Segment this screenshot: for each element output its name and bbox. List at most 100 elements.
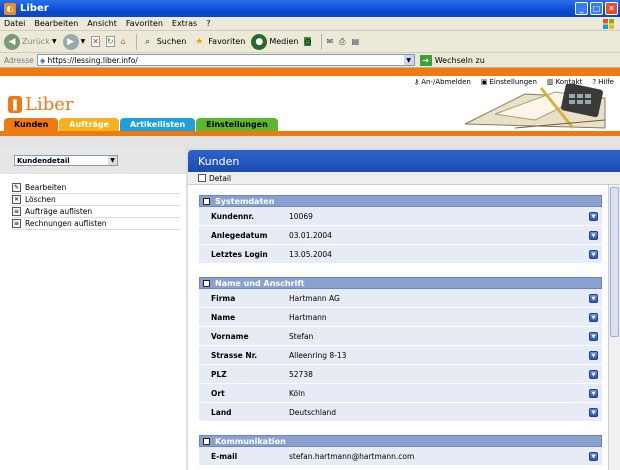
field-row: Kundennr. 10069 ▼	[199, 207, 602, 226]
page-title: Kunden	[188, 150, 620, 172]
menu-favoriten[interactable]: Favoriten	[126, 19, 163, 28]
mail-icon[interactable]: ✉	[326, 37, 333, 46]
field-row: Strasse Nr. Alleenring 8-13 ▼	[199, 346, 602, 365]
section-kommunikation: Kommunikation E-mail stefan.hartmann@hart…	[199, 435, 602, 466]
field-row: Ort Köln ▼	[199, 384, 602, 403]
settings-link[interactable]: ▣ Einstellungen	[481, 78, 537, 86]
section-systemdaten: Systemdaten Kundennr. 10069 ▼ Anlegedatum 0…	[199, 195, 602, 264]
edit-icon[interactable]: ▤	[352, 37, 360, 46]
menu-help[interactable]: ?	[206, 19, 210, 28]
field-row: Land Deutschland ▼	[199, 403, 602, 422]
tab-auftraege[interactable]: Aufträge	[59, 118, 119, 131]
collapse-icon	[203, 437, 210, 445]
book-logo-icon: ❚	[8, 96, 22, 113]
menu-ansicht[interactable]: Ansicht	[87, 19, 117, 28]
home-icon[interactable]: ⌂	[121, 37, 126, 46]
media-button[interactable]: ● Medien	[251, 33, 298, 50]
favorites-button[interactable]: ★ Favoriten	[192, 35, 245, 49]
back-button[interactable]: ◀ Zurück ▼	[4, 33, 57, 50]
address-input[interactable]: ◈ https://lessing.liber.info/ ▼	[36, 54, 415, 66]
menu-datei[interactable]: Datei	[4, 19, 25, 28]
chevron-down-icon[interactable]: ▼	[589, 313, 598, 322]
windows-logo-icon	[603, 19, 614, 29]
chevron-down-icon[interactable]: ▼	[589, 231, 598, 240]
search-icon: ⌕	[145, 36, 151, 47]
chevron-down-icon[interactable]: ▼	[589, 212, 598, 221]
key-icon: ⚷	[414, 78, 420, 86]
section-header[interactable]: Systemdaten	[199, 195, 602, 207]
chevron-down-icon[interactable]: ▼	[589, 250, 598, 259]
print-icon[interactable]: ⎙	[339, 37, 345, 47]
address-bar: Adresse ◈ https://lessing.liber.info/ ▼ …	[0, 53, 620, 68]
main-tabs: Kunden Aufträge Artikellisten Einstellun…	[4, 118, 279, 131]
desk-illustration-icon	[455, 84, 615, 132]
address-label: Adresse	[4, 55, 34, 65]
field-row: Vorname Stefan ▼	[199, 327, 602, 346]
action-list: ✎ Bearbeiten ✕ Löschen ≡ Aufträge auflisten…	[12, 182, 180, 230]
help-icon: ?	[592, 78, 597, 86]
tab-kunden[interactable]: Kunden	[4, 118, 59, 131]
action-bearbeiten[interactable]: ✎ Bearbeiten	[12, 182, 180, 194]
view-select[interactable]: Kundendetail ▼	[14, 155, 118, 166]
minimize-button[interactable]: _	[575, 2, 588, 15]
search-button[interactable]: ⌕ Suchen	[141, 35, 186, 49]
field-row: Firma Hartmann AG ▼	[199, 289, 602, 308]
login-link[interactable]: ⚷ An-/Abmelden	[414, 78, 471, 86]
top-links: ⚷ An-/Abmelden ▣ Einstellungen ▥ Kontakt ? H…	[414, 78, 614, 86]
tab-artikellisten[interactable]: Artikellisten	[119, 118, 196, 131]
help-link[interactable]: ? Hilfe	[592, 78, 614, 86]
star-icon: ★	[195, 36, 204, 47]
contact-link[interactable]: ▥ Kontakt	[547, 78, 582, 86]
collapse-icon	[203, 279, 210, 287]
close-button[interactable]: ✕	[605, 2, 618, 15]
window-titlebar: ◐ Liber _ □ ✕	[0, 0, 620, 17]
scrollbar-thumb[interactable]	[610, 187, 619, 337]
chevron-down-icon[interactable]: ▼	[589, 332, 598, 341]
chevron-down-icon[interactable]: ▼	[589, 351, 598, 360]
forward-arrow-icon: ▶	[62, 33, 79, 50]
maximize-button[interactable]: □	[590, 2, 603, 15]
chevron-down-icon[interactable]: ▼	[589, 370, 598, 379]
list-icon: ≡	[12, 207, 21, 216]
history-icon[interactable]: ◷	[304, 37, 312, 46]
app-icon: ◐	[4, 2, 16, 15]
field-row: Name Hartmann ▼	[199, 308, 602, 327]
chevron-down-icon[interactable]: ▼	[403, 55, 414, 65]
field-row: E-mail stefan.hartmann@hartmann.com ▼	[199, 447, 602, 466]
browser-toolbar: ◀ Zurück ▼ ▶ ▼ ✕ ↻ ⌂ ⌕ Suchen ★ Favorite…	[0, 31, 620, 53]
header-top-bar	[0, 68, 620, 76]
section-header[interactable]: Name und Anschrift	[199, 277, 602, 289]
field-row: Letztes Login 13.05.2004 ▼	[199, 245, 602, 264]
chevron-down-icon[interactable]: ▼	[589, 294, 598, 303]
chevron-down-icon[interactable]: ▼	[589, 389, 598, 398]
media-icon: ●	[251, 33, 268, 50]
scrollbar[interactable]	[608, 185, 620, 470]
section-name-anschrift: Name und Anschrift Firma Hartmann AG ▼ Nam…	[199, 277, 602, 422]
detail-label[interactable]: Detail	[209, 174, 231, 183]
refresh-icon[interactable]: ↻	[105, 36, 115, 47]
window-title: Liber	[20, 3, 49, 14]
chevron-down-icon[interactable]: ▼	[589, 452, 598, 461]
page-icon: ◈	[39, 55, 46, 65]
go-arrow-icon[interactable]: ➔	[419, 54, 432, 66]
tab-einstellungen[interactable]: Einstellungen	[196, 118, 278, 131]
menu-bearbeiten[interactable]: Bearbeiten	[34, 19, 78, 28]
collapse-icon	[203, 197, 210, 205]
delete-icon: ✕	[12, 195, 21, 204]
detail-bar: Detail	[188, 172, 620, 185]
app-logo[interactable]: ❚ Liber	[8, 94, 74, 115]
action-loeschen[interactable]: ✕ Löschen	[12, 194, 180, 206]
action-rechnungen[interactable]: ≡ Rechnungen auflisten	[12, 218, 180, 230]
back-arrow-icon: ◀	[4, 33, 20, 50]
section-header[interactable]: Kommunikation	[199, 435, 602, 447]
forward-button[interactable]: ▶ ▼	[62, 33, 85, 50]
edit-icon: ✎	[12, 183, 21, 192]
go-button[interactable]: Wechseln zu	[435, 56, 485, 65]
action-auftraege[interactable]: ≡ Aufträge auflisten	[12, 206, 180, 218]
field-row: Anlegedatum 03.01.2004 ▼	[199, 226, 602, 245]
field-row: PLZ 52738 ▼	[199, 365, 602, 384]
list-icon: ≡	[12, 219, 21, 228]
chevron-down-icon[interactable]: ▼	[589, 408, 598, 417]
menu-extras[interactable]: Extras	[172, 19, 197, 28]
stop-icon[interactable]: ✕	[91, 36, 100, 47]
